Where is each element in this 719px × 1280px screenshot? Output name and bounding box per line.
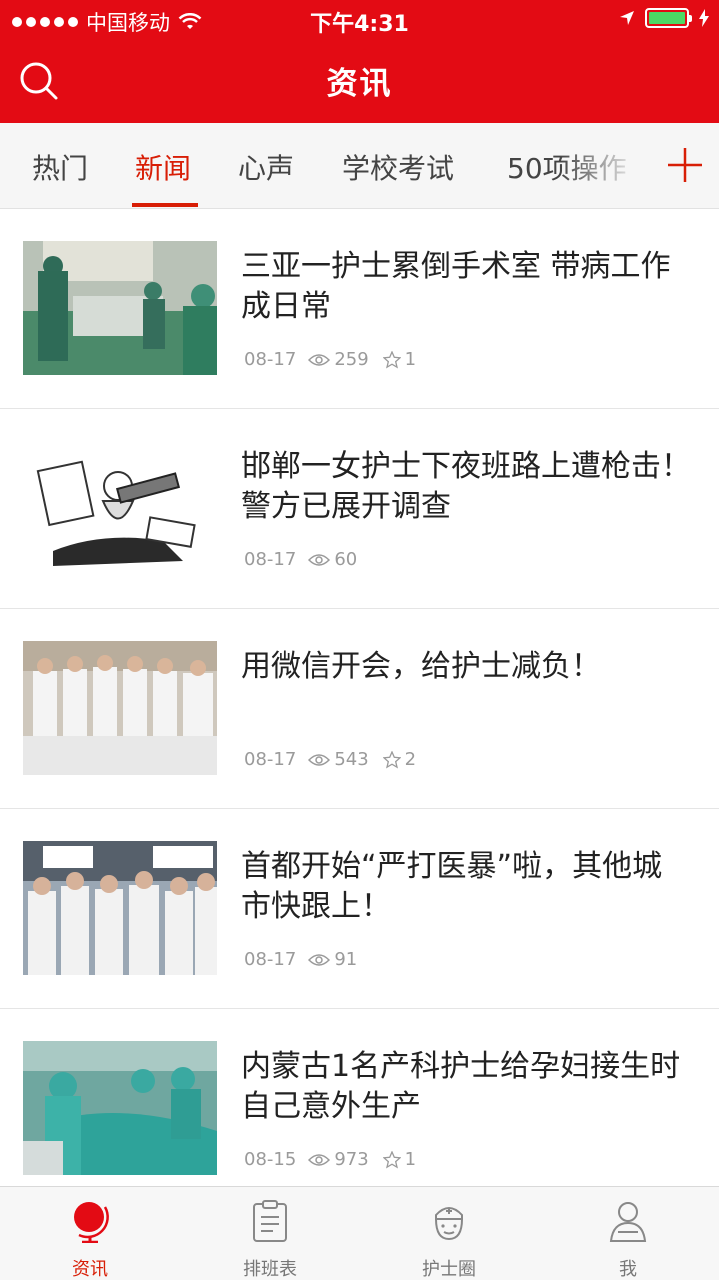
news-stars: 1 <box>404 349 417 370</box>
location-icon <box>620 11 634 25</box>
add-tab-icon[interactable] <box>665 145 705 185</box>
news-views: 91 <box>334 949 358 970</box>
tabbar-item-schedule[interactable]: 排班表 <box>210 1187 330 1280</box>
bottom-tab-bar: 资讯 排班表 护士圈 我 <box>0 1186 719 1280</box>
news-list: 三亚一护士累倒手术室 带病工作成日常 08-17 259 1 邯郸一女护士下夜班… <box>0 209 719 1209</box>
news-date: 08-17 <box>244 549 297 570</box>
eye-icon <box>308 753 331 766</box>
news-thumbnail <box>23 841 217 975</box>
category-tabs: 热门 新闻 心声 学校考试 50项操作 <box>0 123 719 209</box>
star-icon <box>382 350 401 369</box>
news-meta: 08-17 60 <box>244 549 371 570</box>
news-meta: 08-15 973 1 <box>244 1149 430 1170</box>
eye-icon <box>308 353 331 366</box>
news-views: 543 <box>334 749 369 770</box>
tab-voice[interactable]: 心声 <box>238 147 294 187</box>
news-title: 三亚一护士累倒手术室 带病工作成日常 <box>241 249 671 324</box>
star-icon <box>382 1150 401 1169</box>
user-icon <box>609 1202 647 1242</box>
top-header: 中国移动 下午4:31 资讯 <box>0 0 719 123</box>
star-icon <box>382 750 401 769</box>
tabbar-item-news[interactable]: 资讯 <box>30 1187 150 1280</box>
news-title: 内蒙古1名产科护士给孕妇接生时自己意外生产 <box>241 1049 681 1124</box>
news-thumbnail <box>23 241 217 375</box>
tab-hot[interactable]: 热门 <box>32 147 88 187</box>
news-item[interactable]: 三亚一护士累倒手术室 带病工作成日常 08-17 259 1 <box>0 209 719 409</box>
tab-news[interactable]: 新闻 <box>135 147 191 187</box>
news-views: 60 <box>334 549 358 570</box>
news-item[interactable]: 用微信开会，给护士减负！ 08-17 543 2 <box>0 609 719 809</box>
globe-icon <box>74 1202 109 1243</box>
news-thumbnail <box>23 441 217 575</box>
eye-icon <box>308 553 331 566</box>
news-date: 08-17 <box>244 749 297 770</box>
tabbar-item-me[interactable]: 我 <box>568 1187 688 1280</box>
news-title: 首都开始“严打医暴”啦，其他城市快跟上！ <box>241 849 663 924</box>
news-date: 08-15 <box>244 1149 297 1170</box>
tab-school-exam[interactable]: 学校考试 <box>342 147 454 187</box>
eye-icon <box>308 953 331 966</box>
tabbar-label: 我 <box>619 1259 637 1280</box>
tabs-fade <box>560 123 660 207</box>
tabbar-label: 排班表 <box>243 1259 297 1280</box>
news-item[interactable]: 邯郸一女护士下夜班路上遭枪击！警方已展开调查 08-17 60 <box>0 409 719 609</box>
news-meta: 08-17 91 <box>244 949 371 970</box>
news-date: 08-17 <box>244 349 297 370</box>
news-item[interactable]: 首都开始“严打医暴”啦，其他城市快跟上！ 08-17 91 <box>0 809 719 1009</box>
news-thumbnail <box>23 641 217 775</box>
news-meta: 08-17 543 2 <box>244 749 430 770</box>
news-date: 08-17 <box>244 949 297 970</box>
tabbar-item-nurse-circle[interactable]: 护士圈 <box>389 1187 509 1280</box>
news-thumbnail <box>23 1041 217 1175</box>
tabbar-label: 护士圈 <box>422 1259 476 1280</box>
news-title: 邯郸一女护士下夜班路上遭枪击！警方已展开调查 <box>241 449 691 524</box>
news-meta: 08-17 259 1 <box>244 349 430 370</box>
status-bar: 中国移动 下午4:31 <box>0 0 719 40</box>
eye-icon <box>308 1153 331 1166</box>
battery-icon <box>645 8 692 28</box>
news-views: 973 <box>334 1149 369 1170</box>
charging-icon <box>699 9 709 27</box>
news-stars: 1 <box>404 1149 417 1170</box>
nurse-icon <box>435 1207 463 1241</box>
news-title: 用微信开会，给护士减负！ <box>241 649 601 684</box>
status-time: 下午4:31 <box>310 12 409 37</box>
news-stars: 2 <box>404 749 417 770</box>
news-views: 259 <box>334 349 369 370</box>
tabbar-label: 资讯 <box>72 1259 108 1280</box>
clipboard-icon <box>253 1200 287 1242</box>
page-title: 资讯 <box>326 66 393 102</box>
news-item[interactable]: 内蒙古1名产科护士给孕妇接生时自己意外生产 08-15 973 1 <box>0 1009 719 1209</box>
active-tab-indicator <box>132 203 198 207</box>
